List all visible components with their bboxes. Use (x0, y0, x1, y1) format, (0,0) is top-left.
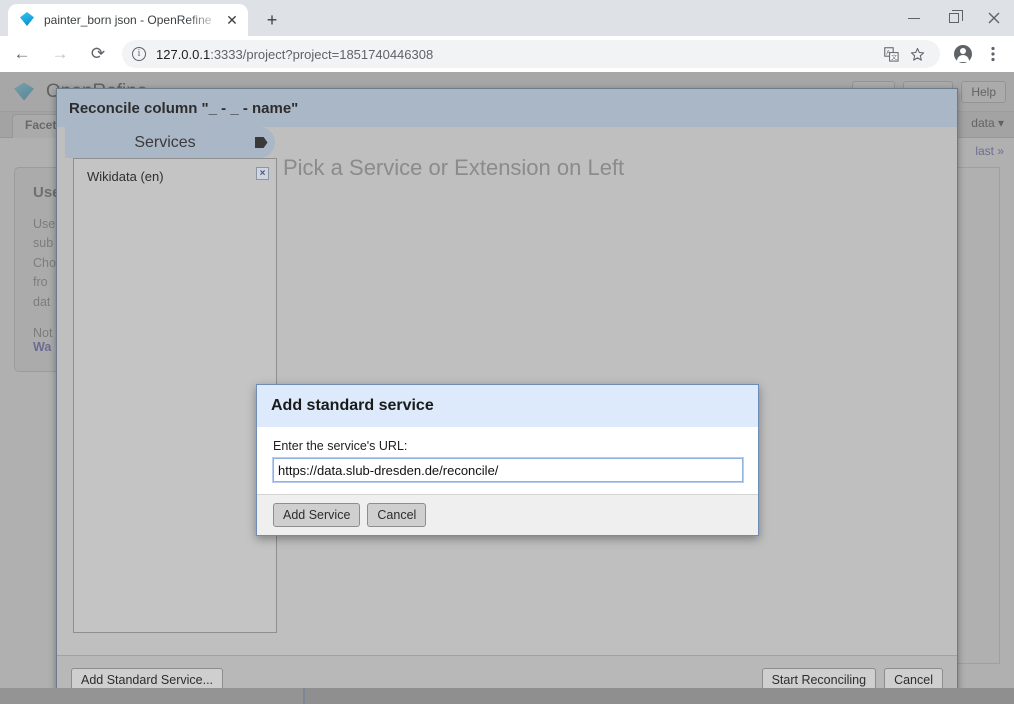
reconcile-dialog-title: Reconcile column "_ - _ - name" (69, 99, 299, 117)
add-service-dialog-title: Add standard service (257, 385, 758, 427)
reconcile-dialog-titlebar: Reconcile column "_ - _ - name" (57, 89, 957, 127)
translate-icon[interactable]: A 文 (878, 41, 904, 67)
forward-icon[interactable]: → (44, 38, 76, 70)
back-icon[interactable]: ← (6, 38, 38, 70)
page-viewport: OpenRefine Help Facet data ▾ last » Use … (0, 72, 1014, 704)
browser-menu-icon[interactable] (978, 39, 1008, 69)
arrow-right-icon (247, 137, 275, 148)
url-path: :3333/project?project=1851740446308 (210, 46, 434, 62)
service-placeholder-text: Pick a Service or Extension on Left (283, 155, 625, 180)
horizontal-scrollbar[interactable] (0, 688, 1014, 704)
add-standard-service-dialog: Add standard service Enter the service's… (256, 384, 759, 536)
window-maximize-button[interactable] (934, 2, 974, 34)
window-controls (894, 0, 1014, 36)
browser-tab-title: painter_born json - OpenRefine (44, 13, 212, 27)
svg-text:文: 文 (891, 53, 897, 61)
cancel-button[interactable]: Cancel (367, 503, 427, 527)
profile-avatar-icon[interactable] (948, 39, 978, 69)
address-bar[interactable]: i 127.0.0.1 :3333/project?project=185174… (122, 40, 940, 68)
site-info-icon[interactable]: i (132, 47, 146, 61)
new-tab-button[interactable]: + (258, 8, 286, 32)
browser-toolbar: ← → ⟳ i 127.0.0.1 :3333/project?project=… (0, 36, 1014, 72)
services-tabstrip: Services (57, 127, 275, 159)
add-service-dialog-footer: Add Service Cancel (257, 494, 758, 535)
url-host: 127.0.0.1 (156, 46, 211, 62)
add-service-button[interactable]: Add Service (273, 503, 361, 527)
service-url-label: Enter the service's URL: (273, 439, 408, 453)
close-icon[interactable]: ✕ (224, 12, 240, 28)
reload-icon[interactable]: ⟳ (82, 38, 114, 70)
browser-window: painter_born json - OpenRefine ✕ + ← → ⟳… (0, 0, 1014, 704)
services-list[interactable]: Wikidata (en) × (73, 158, 277, 633)
list-item[interactable]: Wikidata (en) × (74, 163, 276, 189)
service-url-input[interactable] (272, 457, 744, 483)
window-close-button[interactable] (974, 2, 1014, 34)
browser-tabstrip: painter_born json - OpenRefine ✕ + (0, 0, 1014, 36)
diamond-icon (20, 12, 36, 28)
scrollbar-thumb[interactable] (0, 688, 305, 704)
add-service-dialog-content: Enter the service's URL: (257, 427, 758, 494)
tab-services[interactable]: Services (65, 127, 275, 158)
window-minimize-button[interactable] (894, 2, 934, 34)
service-name: Wikidata (en) (87, 168, 164, 184)
bookmark-star-icon[interactable] (904, 41, 930, 67)
browser-tab[interactable]: painter_born json - OpenRefine ✕ (8, 4, 248, 36)
close-icon[interactable]: × (256, 167, 269, 180)
tab-services-label: Services (134, 133, 196, 151)
